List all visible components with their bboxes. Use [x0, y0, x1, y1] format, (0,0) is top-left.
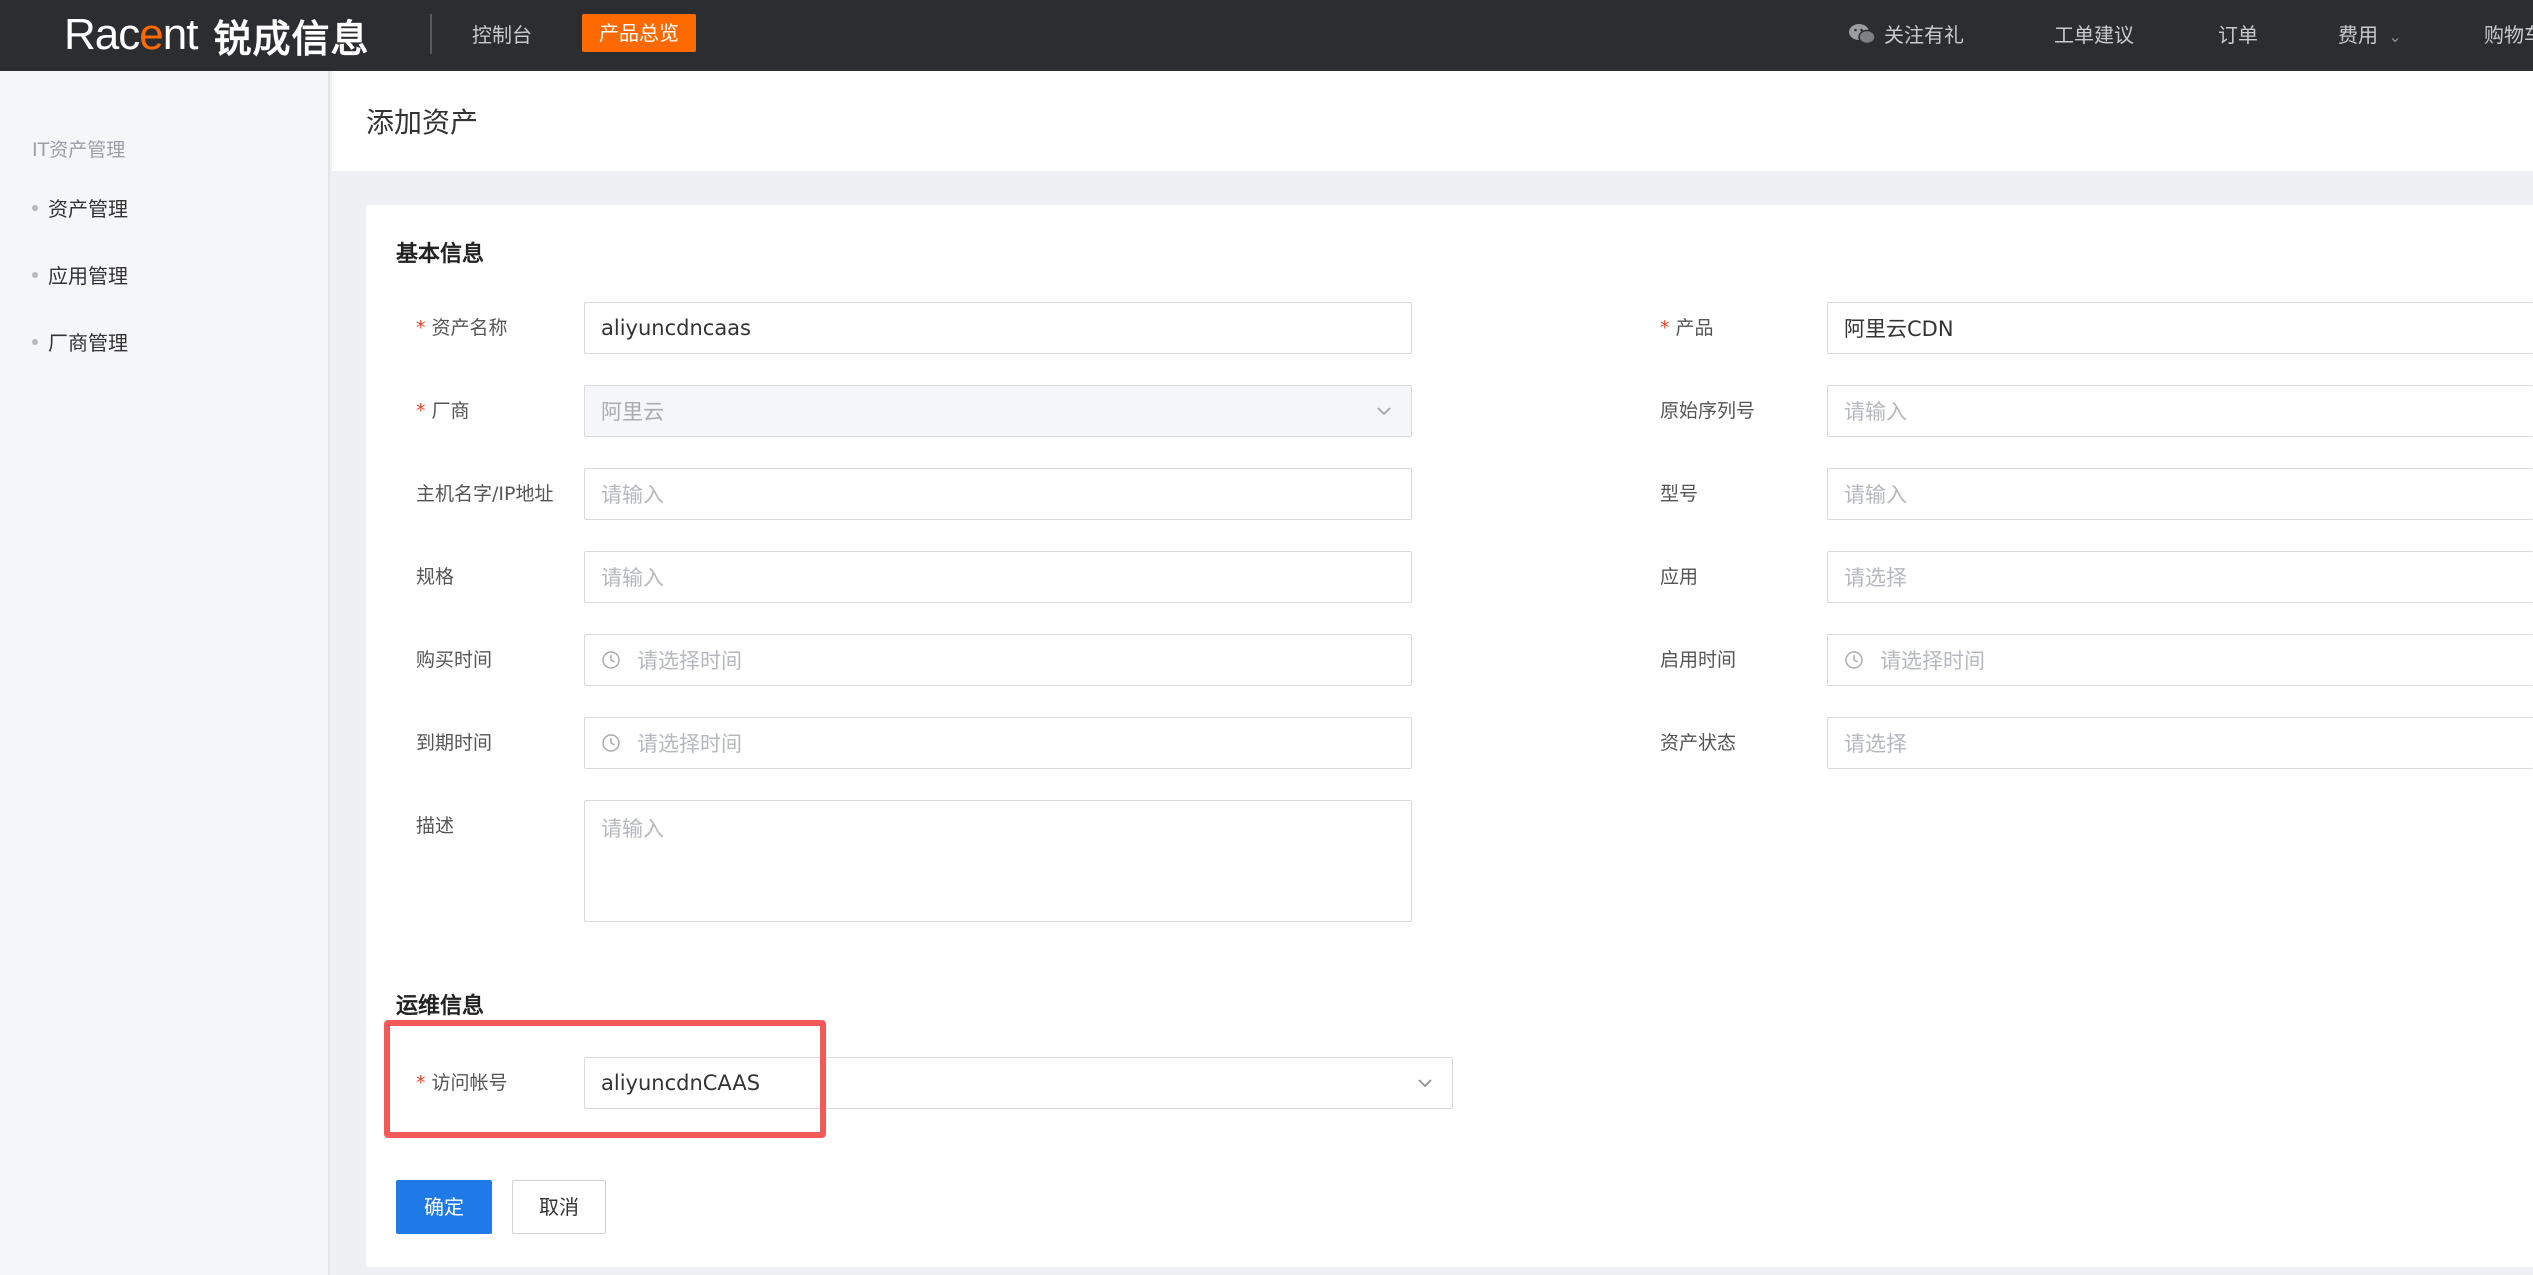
spec-label: 规格: [416, 566, 455, 588]
purchase-time-placeholder: 请选择时间: [637, 649, 742, 673]
page-title: 添加资产: [366, 106, 479, 139]
expire-time-label: 到期时间: [416, 732, 493, 754]
bullet-icon: [32, 338, 38, 345]
description-textarea[interactable]: 请输入: [584, 800, 1412, 922]
model-label: 型号: [1660, 483, 1699, 505]
chevron-down-icon: [1418, 1079, 1432, 1088]
sidebar-item-label: 厂商管理: [48, 331, 128, 355]
asset-status-label: 资产状态: [1660, 732, 1737, 754]
product-label: * 产品: [1660, 317, 1714, 339]
clock-icon: [1845, 651, 1863, 669]
bullet-icon: [32, 271, 38, 278]
expire-time-placeholder: 请选择时间: [637, 732, 742, 756]
annotation-highlight-box: [384, 1020, 826, 1138]
follow-gift-label: 关注有礼: [1884, 23, 1964, 47]
nav-ticket-advice-link[interactable]: 工单建议: [2054, 20, 2134, 50]
chevron-down-icon: [1377, 407, 1391, 416]
hostname-input[interactable]: 请输入: [584, 468, 1412, 520]
enable-time-label: 启用时间: [1660, 649, 1737, 671]
sidebar: IT资产管理 资产管理 应用管理 厂商管理: [0, 71, 330, 1275]
serial-number-label: 原始序列号: [1660, 400, 1756, 422]
description-label: 描述: [416, 815, 455, 837]
clock-icon: [602, 651, 620, 669]
serial-number-input[interactable]: 请输入: [1827, 385, 2533, 437]
sidebar-item-asset-management[interactable]: 资产管理: [32, 193, 128, 222]
vendor-select: 阿里云: [584, 385, 1412, 437]
section-title-basic-info: 基本信息: [396, 242, 485, 267]
application-select[interactable]: 请选择: [1827, 551, 2533, 603]
vendor-select-value: 阿里云: [601, 400, 664, 424]
nav-orders-link[interactable]: 订单: [2218, 20, 2258, 50]
top-nav-bar: Racent 锐成信息 控制台 产品总览 关注有礼 工单建议 订单 费用 ⌄ 购…: [0, 0, 2533, 71]
nav-console-link[interactable]: 控制台: [472, 20, 532, 50]
sidebar-item-app-management[interactable]: 应用管理: [32, 260, 128, 289]
asset-status-select[interactable]: 请选择: [1827, 717, 2533, 769]
brand-logo[interactable]: Racent 锐成信息: [64, 6, 369, 64]
fees-label: 费用: [2338, 23, 2378, 47]
nav-cart-link[interactable]: 购物车: [2484, 20, 2533, 50]
wechat-icon: [1849, 24, 1876, 45]
chevron-down-icon: ⌄: [2388, 27, 2402, 46]
bullet-icon: [32, 204, 38, 211]
page-header: 添加资产: [332, 71, 2533, 171]
section-title-ops-info: 运维信息: [396, 994, 485, 1019]
purchase-time-picker[interactable]: 请选择时间: [584, 634, 1412, 686]
nav-fees-menu[interactable]: 费用 ⌄: [2338, 20, 2402, 50]
expire-time-picker[interactable]: 请选择时间: [584, 717, 1412, 769]
enable-time-picker[interactable]: 请选择时间: [1827, 634, 2533, 686]
clock-icon: [602, 734, 620, 752]
nav-follow-gift-link[interactable]: 关注有礼: [1848, 20, 1964, 50]
asset-name-label: * 资产名称: [416, 317, 508, 339]
application-label: 应用: [1660, 566, 1699, 588]
enable-time-placeholder: 请选择时间: [1880, 649, 1985, 673]
asset-name-input[interactable]: aliyuncdncaas: [584, 302, 1412, 354]
nav-product-overview-button[interactable]: 产品总览: [582, 14, 696, 52]
nav-divider: [430, 14, 432, 54]
hostname-label: 主机名字/IP地址: [416, 483, 554, 505]
logo-wordmark: Racent: [64, 10, 198, 59]
cancel-button[interactable]: 取消: [512, 1180, 606, 1234]
spec-input[interactable]: 请输入: [584, 551, 1412, 603]
vendor-label: * 厂商: [416, 400, 470, 422]
product-input[interactable]: 阿里云CDN: [1827, 302, 2533, 354]
sidebar-item-label: 资产管理: [48, 197, 128, 221]
model-input[interactable]: 请输入: [1827, 468, 2533, 520]
sidebar-item-vendor-management[interactable]: 厂商管理: [32, 327, 128, 356]
sidebar-group-title: IT资产管理: [32, 139, 126, 161]
purchase-time-label: 购买时间: [416, 649, 493, 671]
logo-chinese-name: 锐成信息: [213, 16, 370, 61]
confirm-button[interactable]: 确定: [396, 1180, 492, 1234]
sidebar-item-label: 应用管理: [48, 264, 128, 288]
